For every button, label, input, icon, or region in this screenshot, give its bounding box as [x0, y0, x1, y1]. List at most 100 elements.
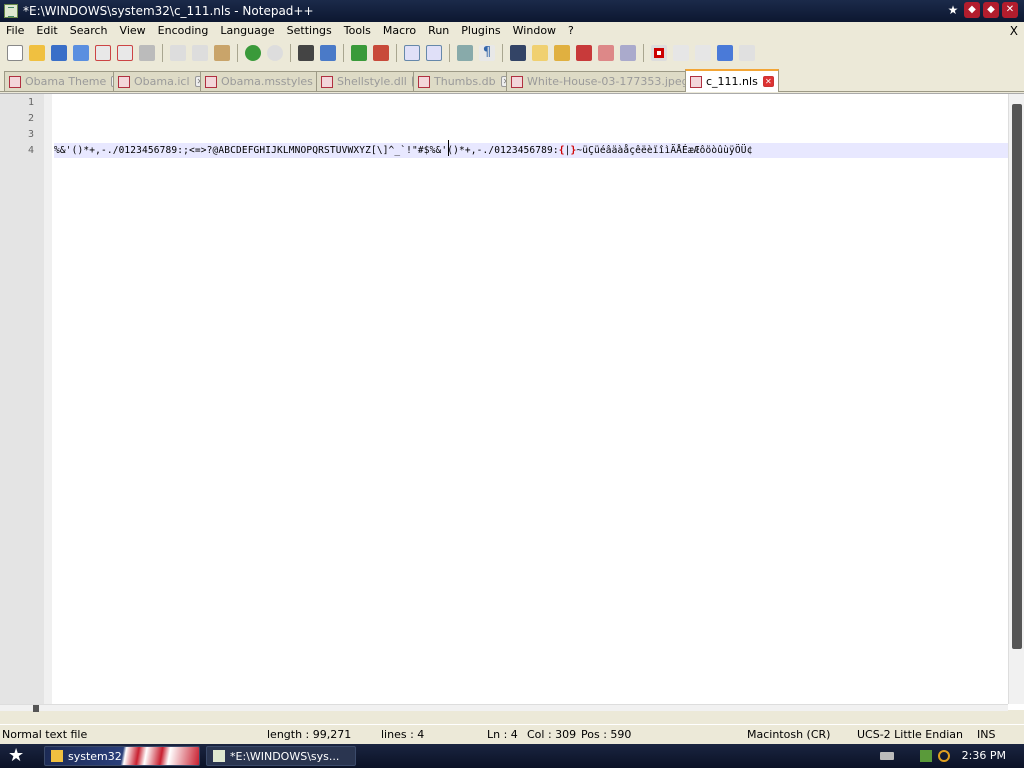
line-number-gutter: 1 2 3 4 — [0, 94, 52, 704]
sync-v-icon[interactable] — [404, 45, 420, 61]
monitor-icon[interactable] — [598, 45, 614, 61]
zoom-out-icon[interactable] — [373, 45, 389, 61]
replace-icon[interactable] — [320, 45, 336, 61]
menu-help[interactable]: ? — [562, 22, 580, 40]
print-icon[interactable] — [139, 45, 155, 61]
menu-search[interactable]: Search — [64, 22, 114, 40]
save-all-icon[interactable] — [73, 45, 89, 61]
taskbar-item-notepad[interactable]: *E:\WINDOWS\sys... — [206, 746, 356, 766]
status-eol[interactable]: Macintosh (CR) — [747, 728, 830, 741]
line-number: 2 — [27, 113, 34, 124]
document-tabs: Obama Theme ✕ Obama.icl ✕ Obama.msstyles… — [0, 68, 1024, 92]
network-icon[interactable] — [920, 750, 932, 762]
close-window-button[interactable]: ✕ — [1002, 2, 1018, 18]
record-macro-icon[interactable] — [651, 45, 667, 61]
tab-obama-icl[interactable]: Obama.icl ✕ — [113, 71, 211, 91]
menu-plugins[interactable]: Plugins — [455, 22, 506, 40]
stop-record-icon[interactable] — [673, 45, 689, 61]
vertical-scrollbar[interactable] — [1008, 94, 1024, 704]
keyboard-icon[interactable] — [880, 752, 894, 760]
eye-icon[interactable] — [620, 45, 636, 61]
doc-map-icon[interactable] — [532, 45, 548, 61]
menu-run[interactable]: Run — [422, 22, 455, 40]
paste-icon[interactable] — [214, 45, 230, 61]
current-line[interactable]: %&'()*+,-./0123456789:;<=>?@ABCDEFGHIJKL… — [54, 143, 1008, 158]
undo-icon[interactable] — [245, 45, 261, 61]
menu-view[interactable]: View — [114, 22, 152, 40]
status-length: length : 99,271 — [267, 728, 352, 741]
horizontal-scrollbar[interactable] — [0, 704, 1008, 712]
text-area[interactable]: %&'()*+,-./0123456789:;<=>?@ABCDEFGHIJKL… — [54, 94, 1008, 704]
open-file-icon[interactable] — [29, 45, 45, 61]
tab-close-icon[interactable]: ✕ — [762, 76, 774, 87]
taskbar: ★ system32 *E:\WINDOWS\sys... 2:36 PM — [0, 744, 1024, 768]
close-document-button[interactable]: X — [1010, 22, 1018, 40]
vertical-scroll-thumb[interactable] — [1012, 104, 1022, 649]
window-title: *E:\WINDOWS\system32\c_111.nls - Notepad… — [23, 4, 314, 18]
run-macro-multi-icon[interactable] — [717, 45, 733, 61]
close-icon[interactable] — [95, 45, 111, 61]
status-encoding[interactable]: UCS-2 Little Endian — [857, 728, 963, 741]
tab-thumbs-db[interactable]: Thumbs.db ✕ — [413, 71, 517, 91]
taskbar-item-explorer[interactable]: system32 — [44, 746, 200, 766]
toolbar-separator — [237, 44, 238, 62]
start-star-icon[interactable]: ★ — [8, 746, 28, 766]
redo-icon[interactable] — [267, 45, 283, 61]
play-macro-icon[interactable] — [695, 45, 711, 61]
indent-guide-icon[interactable] — [510, 45, 526, 61]
tab-label: White-House-03-177353.jpeg — [527, 75, 689, 88]
save-icon[interactable] — [51, 45, 67, 61]
toolbar-separator — [643, 44, 644, 62]
status-col: Col : 309 — [527, 728, 577, 741]
fold-margin[interactable] — [44, 94, 52, 704]
menu-window[interactable]: Window — [507, 22, 562, 40]
title-bar: *E:\WINDOWS\system32\c_111.nls - Notepad… — [0, 0, 1024, 22]
editor-area[interactable]: 1 2 3 4 %&'()*+,-./0123456789:;<=>?@ABCD… — [0, 93, 1024, 712]
file-icon — [511, 75, 523, 88]
word-wrap-icon[interactable] — [457, 45, 473, 61]
search-icon[interactable] — [938, 750, 950, 762]
tab-label: Obama.msstyles — [221, 75, 313, 88]
status-bar: Normal text file length : 99,271 lines :… — [0, 724, 1024, 744]
status-ln: Ln : 4 — [487, 728, 518, 741]
toolbar-separator — [290, 44, 291, 62]
copy-icon[interactable] — [192, 45, 208, 61]
file-icon — [205, 75, 217, 88]
new-file-icon[interactable] — [7, 45, 23, 61]
menu-macro[interactable]: Macro — [377, 22, 422, 40]
function-list-icon[interactable] — [554, 45, 570, 61]
line-number: 4 — [27, 145, 34, 156]
maximize-button[interactable]: ◆ — [983, 2, 999, 18]
zoom-in-icon[interactable] — [351, 45, 367, 61]
menu-file[interactable]: File — [0, 22, 30, 40]
tab-obama-theme[interactable]: Obama Theme ✕ — [4, 71, 128, 91]
find-icon[interactable] — [298, 45, 314, 61]
status-lines: lines : 4 — [381, 728, 425, 741]
menu-encoding[interactable]: Encoding — [152, 22, 215, 40]
cut-icon[interactable] — [170, 45, 186, 61]
close-all-icon[interactable] — [117, 45, 133, 61]
tab-label: Thumbs.db — [434, 75, 496, 88]
menu-language[interactable]: Language — [214, 22, 280, 40]
menu-edit[interactable]: Edit — [30, 22, 63, 40]
tab-obama-msstyles[interactable]: Obama.msstyles ✕ — [200, 71, 334, 91]
tab-white-house-jpeg[interactable]: White-House-03-177353.jpeg ✕ — [506, 71, 710, 91]
horizontal-scroll-thumb[interactable] — [33, 705, 39, 712]
folder-icon[interactable] — [576, 45, 592, 61]
tab-c-111-nls[interactable]: c_111.nls ✕ — [685, 69, 779, 92]
menu-tools[interactable]: Tools — [338, 22, 377, 40]
menu-settings[interactable]: Settings — [281, 22, 338, 40]
minimize-button[interactable]: ◆ — [964, 2, 980, 18]
tab-shellstyle-dll[interactable]: Shellstyle.dll ✕ — [316, 71, 428, 91]
toolbar-separator — [343, 44, 344, 62]
sync-h-icon[interactable] — [426, 45, 442, 61]
show-all-chars-icon[interactable]: ¶ — [479, 45, 495, 61]
status-insert-mode[interactable]: INS — [977, 728, 995, 741]
folder-icon — [51, 750, 63, 762]
file-icon — [418, 75, 430, 88]
toolbar: ¶ — [0, 40, 1024, 66]
file-icon — [118, 75, 130, 88]
save-macro-icon[interactable] — [739, 45, 755, 61]
clock[interactable]: 2:36 PM — [962, 749, 1006, 762]
star-icon[interactable]: ★ — [945, 2, 961, 18]
